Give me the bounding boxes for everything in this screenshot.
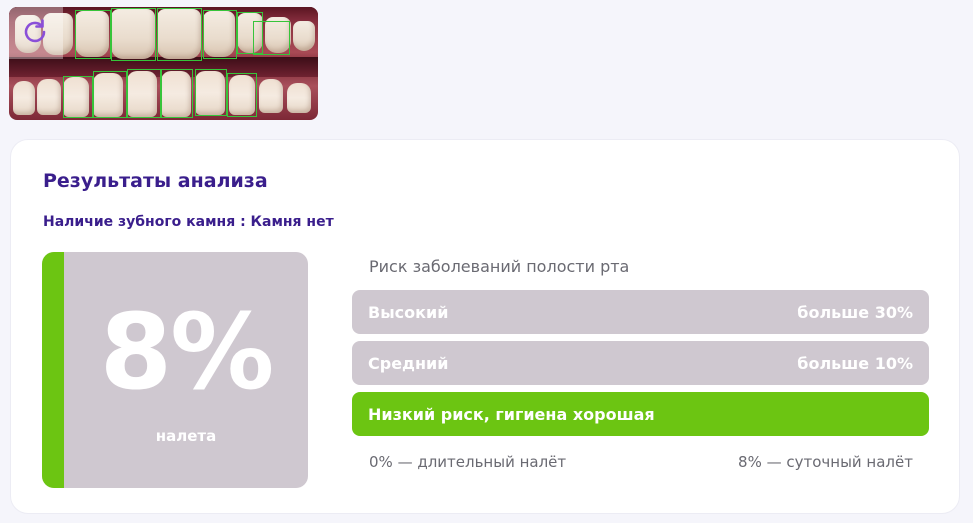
risk-level-label: Высокий [368,302,449,322]
teeth-photo [9,7,318,120]
detection-box [75,10,111,59]
scale-right-note: 8% — суточный налёт [738,453,913,471]
detection-box [111,8,156,61]
risk-title: Риск заболеваний полости рта [369,257,630,276]
tartar-status: Наличие зубного камня : Камня нет [43,214,334,230]
detection-box [253,21,290,55]
detection-box [195,69,227,116]
plaque-percentage: 8% [99,291,275,413]
upper-tooth [293,21,315,51]
detection-box [157,8,202,61]
refresh-icon[interactable] [20,17,50,47]
detection-box [227,73,257,117]
risk-level-label: Низкий риск, гигиена хорошая [368,404,655,424]
detection-box [161,69,193,118]
risk-level-threshold: больше 30% [797,302,913,322]
detection-box [127,69,161,118]
analysis-results-card: Результаты анализа Наличие зубного камня… [10,139,960,514]
detection-box [203,10,237,59]
detection-box [93,71,127,118]
results-title: Результаты анализа [43,170,268,192]
risk-level-medium: Средний больше 10% [352,341,929,385]
lower-tooth [259,79,283,113]
plaque-indicator: 8% налета [42,252,308,488]
lower-tooth [287,83,311,113]
detection-box [63,76,93,118]
risk-level-low: Низкий риск, гигиена хорошая [352,392,929,436]
lower-tooth [37,79,61,115]
plaque-caption: налета [155,427,217,445]
risk-level-label: Средний [368,353,449,373]
plaque-level-accent [42,252,64,488]
scale-left-note: 0% — длительный налёт [369,453,567,471]
risk-level-threshold: больше 10% [797,353,913,373]
lower-tooth [13,81,35,115]
risk-level-high: Высокий больше 30% [352,290,929,334]
